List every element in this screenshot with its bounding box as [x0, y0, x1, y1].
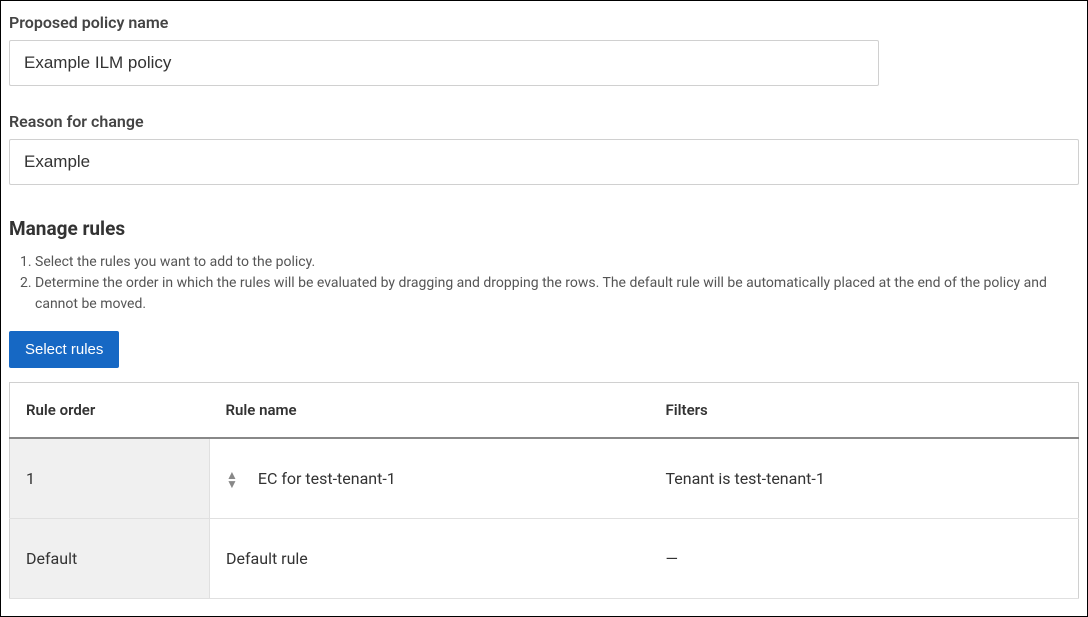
drag-handle-icon[interactable]: ▲ ▼ — [226, 471, 238, 488]
table-row[interactable]: 1 ▲ ▼ EC for test-tenant-1 Tenant is tes… — [10, 438, 1079, 519]
table-header-row: Rule order Rule name Filters — [10, 383, 1079, 439]
reason-label: Reason for change — [9, 112, 1079, 131]
rule-order-cell: Default — [10, 519, 210, 599]
col-header-order: Rule order — [10, 383, 210, 439]
instruction-item-1: Select the rules you want to add to the … — [35, 252, 1079, 273]
select-rules-button[interactable]: Select rules — [9, 331, 119, 368]
col-header-filters: Filters — [650, 383, 1079, 439]
policy-form-panel: Proposed policy name Reason for change M… — [0, 0, 1088, 617]
rule-order-cell: 1 — [10, 438, 210, 519]
rule-name-text: EC for test-tenant-1 — [258, 469, 396, 488]
col-header-name: Rule name — [210, 383, 650, 439]
policy-name-input[interactable] — [9, 40, 879, 86]
rule-name-text: Default rule — [226, 549, 308, 568]
reason-input[interactable] — [9, 139, 1079, 185]
instructions-list: Select the rules you want to add to the … — [9, 252, 1079, 315]
rule-filters-cell: — — [650, 519, 1079, 599]
rule-filters-cell: Tenant is test-tenant-1 — [650, 438, 1079, 519]
rule-name-cell: ▲ ▼ EC for test-tenant-1 — [210, 438, 650, 519]
manage-rules-heading: Manage rules — [9, 217, 1079, 240]
policy-name-label: Proposed policy name — [9, 13, 1079, 32]
instruction-item-2: Determine the order in which the rules w… — [35, 273, 1079, 315]
rules-table: Rule order Rule name Filters 1 ▲ ▼ EC fo… — [9, 382, 1079, 599]
table-row: Default Default rule — — [10, 519, 1079, 599]
rule-name-cell: Default rule — [210, 519, 650, 599]
